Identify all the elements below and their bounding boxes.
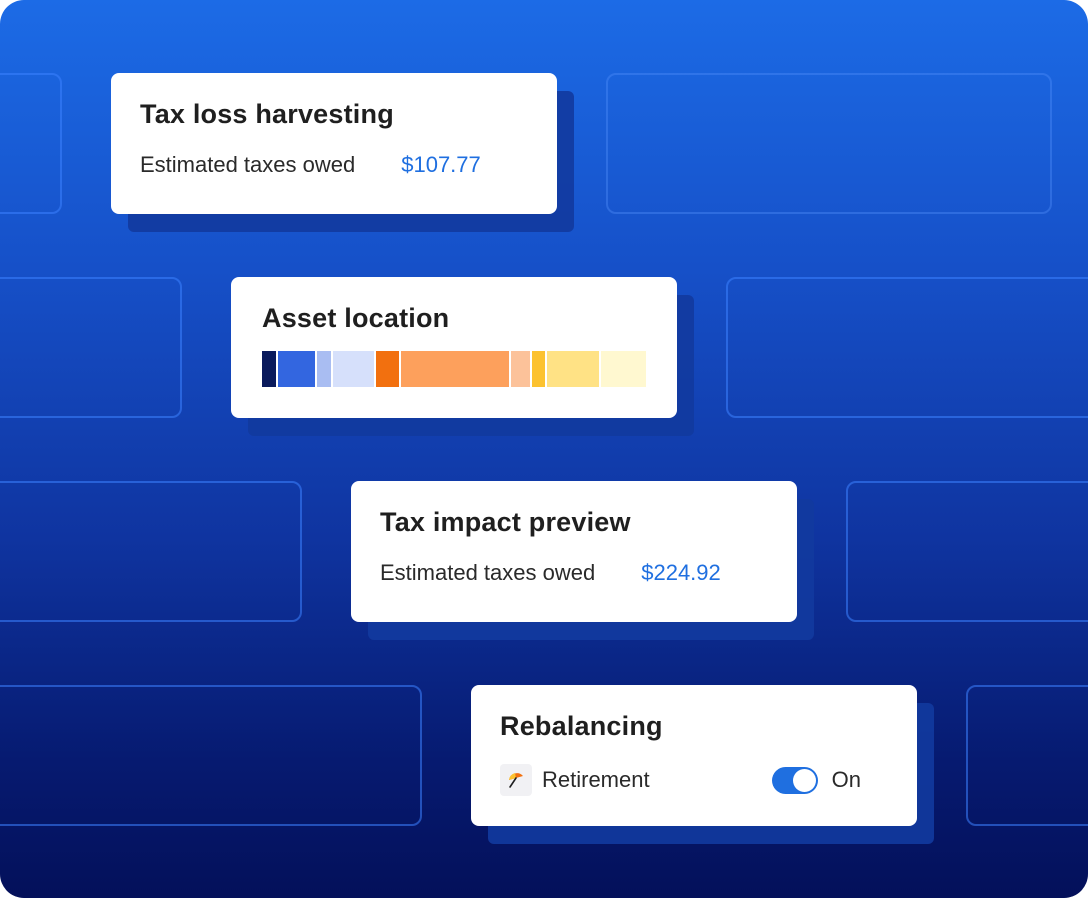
placeholder-card: [606, 73, 1052, 214]
placeholder-card: [0, 73, 62, 214]
placeholder-card: [726, 277, 1088, 418]
estimated-taxes-label: Estimated taxes owed: [380, 560, 596, 585]
allocation-segment: [546, 351, 600, 387]
allocation-segment: [262, 351, 276, 387]
allocation-segment: [601, 351, 646, 387]
rebalancing-row: Retirement On: [500, 764, 888, 796]
allocation-segment: [317, 351, 332, 387]
card-title: Tax impact preview: [380, 507, 631, 537]
tax-impact-preview-card[interactable]: Tax impact preview Estimated taxes owed …: [351, 481, 797, 622]
card-title: Asset location: [262, 303, 450, 333]
estimated-taxes-row: Estimated taxes owed $224.92: [380, 560, 768, 586]
umbrella-icon: [500, 764, 532, 796]
card-title: Tax loss harvesting: [140, 99, 394, 129]
allocation-segment: [511, 351, 530, 387]
placeholder-card: [0, 685, 422, 826]
allocation-segment: [333, 351, 375, 387]
estimated-taxes-label: Estimated taxes owed: [140, 152, 356, 177]
asset-location-card[interactable]: Asset location: [231, 277, 677, 418]
allocation-segment: [531, 351, 545, 387]
estimated-taxes-amount: $107.77: [401, 152, 481, 177]
tax-loss-harvesting-card[interactable]: Tax loss harvesting Estimated taxes owed…: [111, 73, 557, 214]
asset-allocation-bar: [262, 351, 646, 387]
estimated-taxes-row: Estimated taxes owed $107.77: [140, 152, 528, 178]
toggle-state-label: On: [831, 767, 861, 792]
placeholder-card: [966, 685, 1088, 826]
placeholder-card: [0, 481, 302, 622]
rebalancing-toggle[interactable]: [771, 766, 818, 794]
allocation-segment: [400, 351, 510, 387]
hero-canvas: Tax loss harvesting Estimated taxes owed…: [0, 0, 1088, 898]
estimated-taxes-amount: $224.92: [641, 560, 721, 585]
card-title: Rebalancing: [500, 711, 663, 741]
rebalancing-card[interactable]: Rebalancing Retirement On: [471, 685, 917, 826]
account-label: Retirement: [542, 767, 650, 792]
placeholder-card: [0, 277, 182, 418]
toggle-knob: [792, 768, 816, 792]
allocation-segment: [277, 351, 316, 387]
allocation-segment: [376, 351, 399, 387]
placeholder-card: [846, 481, 1088, 622]
